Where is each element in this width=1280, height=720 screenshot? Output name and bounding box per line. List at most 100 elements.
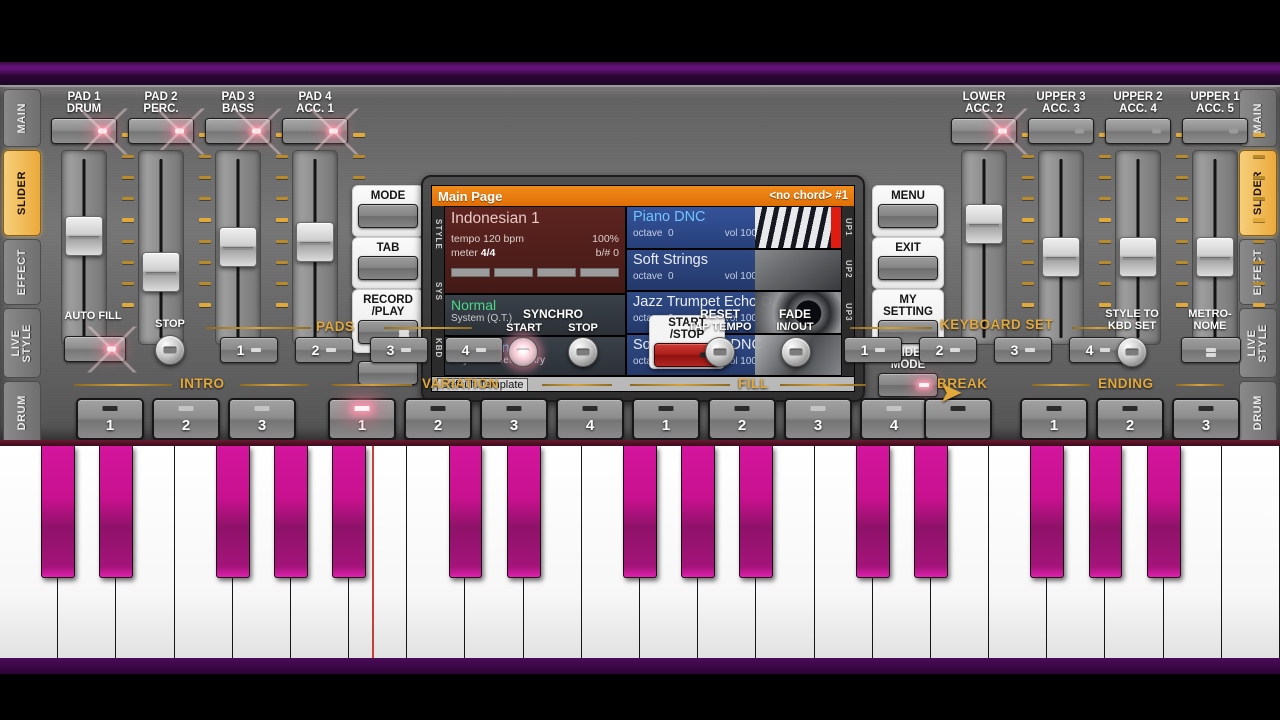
pad-button-4[interactable]: 4	[445, 337, 503, 363]
synchro-stop-knob[interactable]	[568, 337, 598, 367]
slider-handle[interactable]	[219, 226, 257, 267]
mode-button[interactable]	[358, 204, 418, 228]
style-block[interactable]	[451, 268, 490, 277]
keyboard-set-button-3[interactable]: 3	[994, 337, 1052, 363]
pad-channel-3: PAD 3 BASS	[202, 91, 288, 345]
intro-button-1[interactable]: 1	[76, 398, 144, 440]
menu-button[interactable]	[878, 204, 938, 228]
keyboard-set-number: 4	[1085, 342, 1094, 358]
tempo-row: tempo 120 bpm 100%	[451, 232, 619, 246]
instrument-cell-2[interactable]: Soft Strings octave 0 vol 100	[626, 248, 842, 291]
channel-label: UPPER 1 ACC. 5	[1190, 91, 1240, 115]
slider-handle[interactable]	[1119, 237, 1157, 277]
rail-label: STYLE	[434, 218, 443, 250]
part-select-button-1[interactable]	[951, 108, 1030, 155]
black-key[interactable]	[332, 446, 366, 578]
black-key[interactable]	[623, 446, 657, 578]
part-select-button-2[interactable]	[1028, 118, 1094, 144]
fill-button-2[interactable]: 2	[708, 398, 776, 440]
black-key[interactable]	[274, 446, 308, 578]
left-tab-effect[interactable]: EFFECT	[3, 239, 41, 305]
piano-keyboard[interactable]: Sasak BERINAK TEREK	[0, 440, 1280, 674]
keyboard-set-button-2[interactable]: 2	[919, 337, 977, 363]
slider-handle[interactable]	[1042, 237, 1080, 277]
black-key[interactable]	[1030, 446, 1065, 578]
style-block[interactable]	[537, 268, 576, 277]
instrument-cell-1[interactable]: Piano DNC octave 0 vol 100	[626, 206, 842, 249]
metronome-button[interactable]	[1181, 337, 1241, 363]
pad-select-button-3[interactable]	[205, 108, 284, 155]
intro-button-2[interactable]: 2	[152, 398, 220, 440]
black-key[interactable]	[1146, 446, 1181, 578]
slider-tick	[1253, 240, 1265, 243]
black-key[interactable]	[448, 446, 483, 578]
ending-button-3[interactable]: 3	[1172, 398, 1240, 440]
synchro-start-knob[interactable]	[508, 337, 538, 367]
variation-button-4[interactable]: 4	[556, 398, 624, 440]
black-key[interactable]	[99, 446, 134, 578]
right-tab-drum[interactable]: DRUM	[1239, 381, 1277, 445]
chevron-right-icon[interactable]: ➤	[940, 377, 962, 408]
part-select-button-3[interactable]	[1105, 118, 1171, 144]
part-select-button-4[interactable]	[1182, 118, 1248, 144]
auto-fill-button[interactable]	[64, 326, 139, 373]
reset-tap-tempo-knob[interactable]	[705, 337, 735, 367]
exit-button[interactable]	[878, 256, 938, 280]
tab-label: EFFECT	[15, 248, 28, 296]
pad-select-button-4[interactable]	[282, 108, 361, 155]
pad-number: 3	[386, 342, 395, 358]
pad-select-button-2[interactable]	[128, 108, 207, 155]
intro-button-3[interactable]: 3	[228, 398, 296, 440]
left-tab-slider[interactable]: SLIDER	[3, 150, 41, 236]
slider-tick	[1253, 282, 1265, 285]
variation-group-label: VARIATION	[422, 376, 499, 391]
slider-handle[interactable]	[296, 222, 334, 262]
black-key[interactable]	[914, 446, 948, 578]
style-to-kbd-set-knob[interactable]	[1117, 337, 1147, 367]
style-block[interactable]	[580, 268, 619, 277]
stop-knob[interactable]	[155, 335, 185, 365]
tab-label: LIVE STYLE	[10, 323, 33, 363]
black-key[interactable]	[739, 446, 774, 578]
style-cell[interactable]: Indonesian 1 tempo 120 bpm 100% meter 4/…	[444, 206, 626, 294]
fill-led-icon	[658, 406, 674, 411]
pad-button-1[interactable]: 1	[220, 337, 278, 363]
black-key[interactable]	[1088, 446, 1123, 578]
fill-button-1[interactable]: 1	[632, 398, 700, 440]
channel-led-icon	[153, 108, 207, 155]
slider-handle[interactable]	[65, 216, 103, 256]
black-key[interactable]	[215, 446, 250, 578]
white-key[interactable]	[1221, 446, 1280, 658]
slider-tick	[353, 133, 365, 137]
style-block[interactable]	[494, 268, 533, 277]
slider-handle[interactable]	[142, 252, 180, 292]
channel-led-icon	[1075, 128, 1084, 134]
variation-button-3[interactable]: 3	[480, 398, 548, 440]
ending-button-1[interactable]: 1	[1020, 398, 1088, 440]
tab-label: MAIN	[1251, 102, 1264, 134]
fill-button-3[interactable]: 3	[784, 398, 852, 440]
slider-handle[interactable]	[965, 204, 1003, 244]
pad-select-button-1[interactable]	[51, 108, 130, 155]
black-key[interactable]	[855, 446, 890, 578]
black-key[interactable]	[41, 446, 76, 578]
left-tab-live-style[interactable]: LIVE STYLE	[3, 308, 41, 378]
ending-button-2[interactable]: 2	[1096, 398, 1164, 440]
pad-button-2[interactable]: 2	[295, 337, 353, 363]
intro-group-label: INTRO	[180, 376, 225, 391]
part-channel-1: LOWER ACC. 2	[948, 91, 1034, 345]
pad-button-3[interactable]: 3	[370, 337, 428, 363]
keyboard-set-group-label: KEYBOARD SET	[940, 317, 1054, 332]
ending-rule-right	[1176, 384, 1224, 386]
fade-in-out-knob[interactable]	[781, 337, 811, 367]
variation-button-2[interactable]: 2	[404, 398, 472, 440]
left-tab-drum[interactable]: DRUM	[3, 381, 41, 445]
black-key[interactable]	[506, 446, 541, 578]
keyboard-set-button-1[interactable]: 1	[844, 337, 902, 363]
left-tab-main[interactable]: MAIN	[3, 89, 41, 147]
tab-button[interactable]	[358, 256, 418, 280]
slider-handle[interactable]	[1196, 237, 1234, 277]
fill-button-4[interactable]: 4	[860, 398, 928, 440]
variation-button-1[interactable]: 1	[328, 398, 396, 440]
black-key[interactable]	[681, 446, 716, 578]
